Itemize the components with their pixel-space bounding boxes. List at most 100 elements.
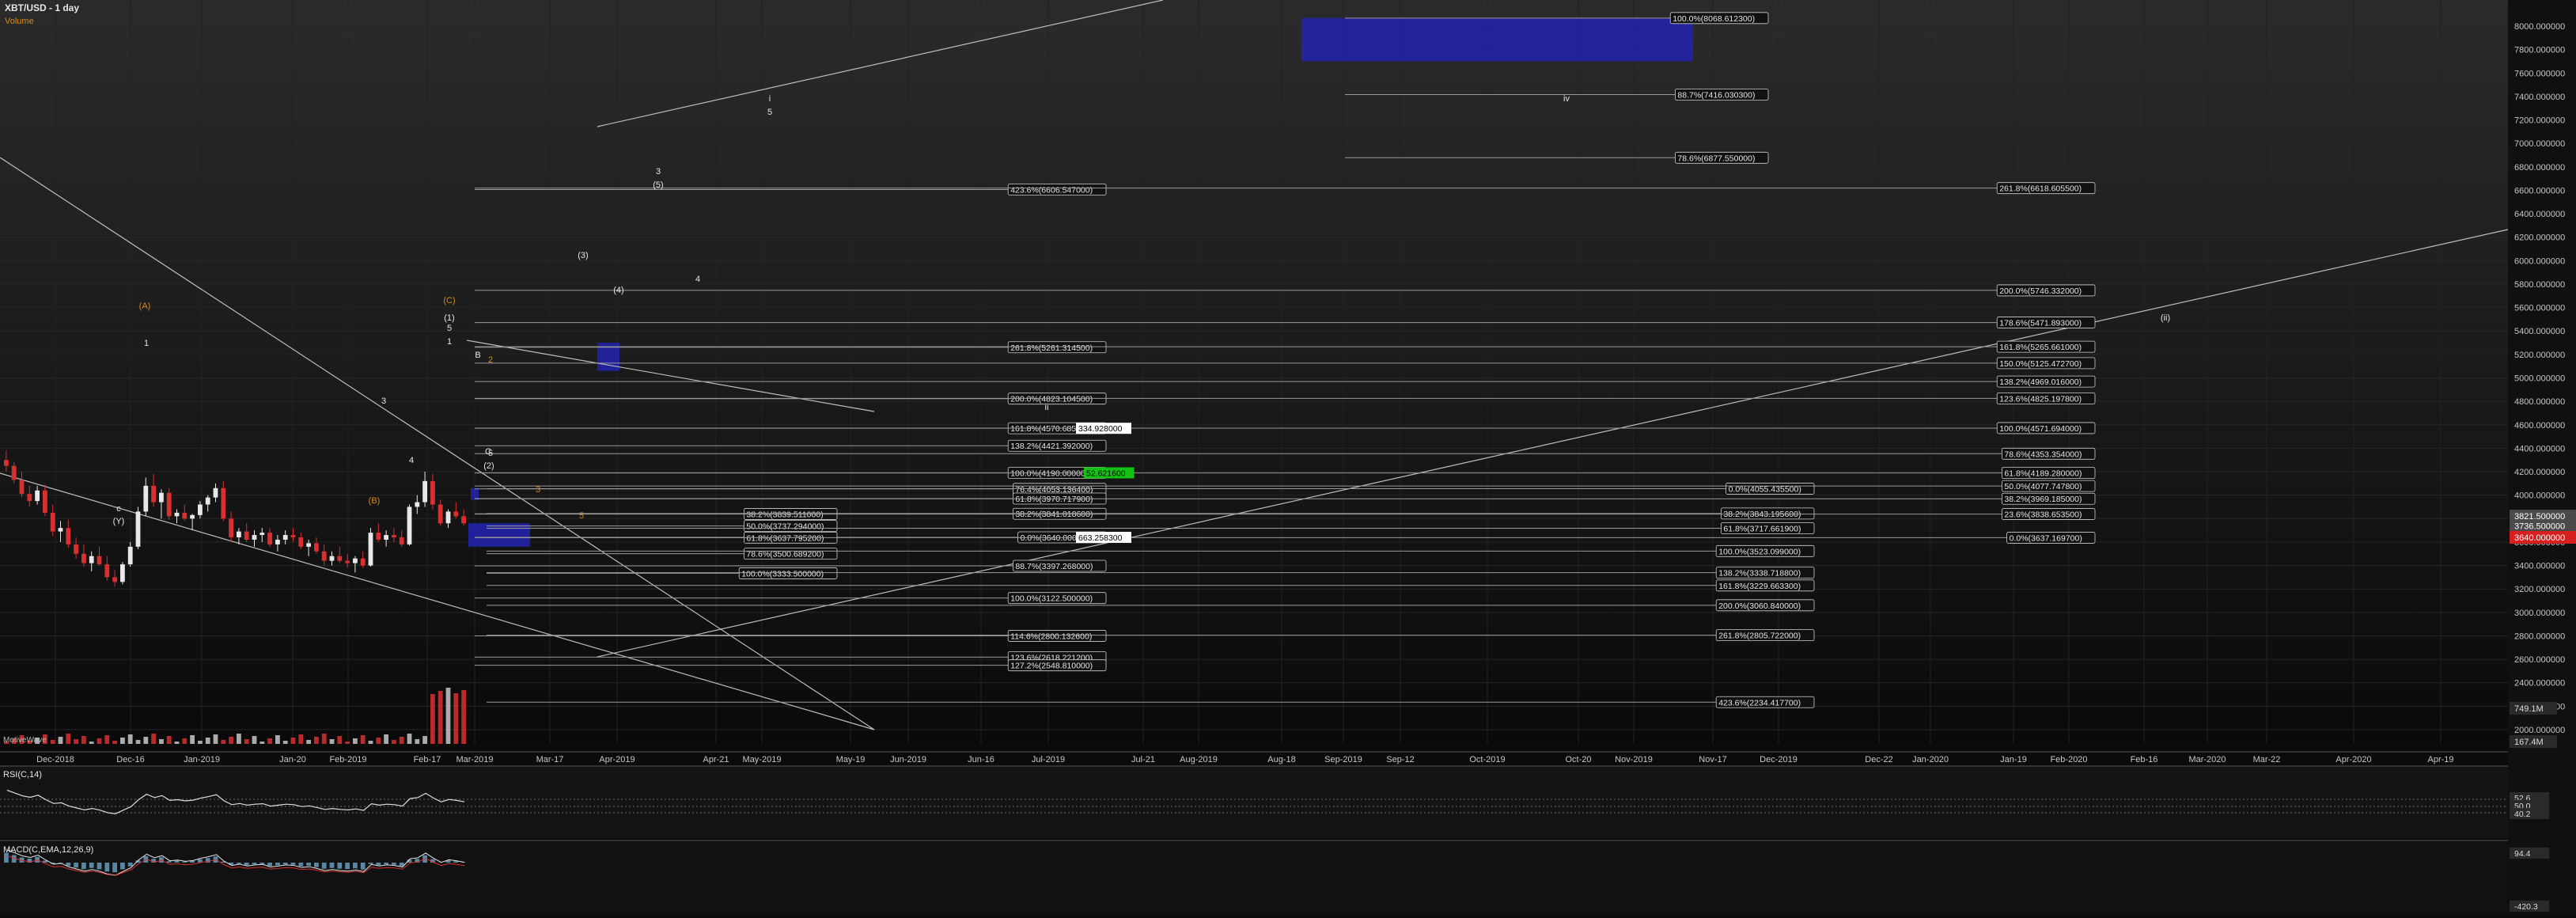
fib-far-label: 138.2%(4969.016000) — [1999, 377, 2082, 387]
fib-right-label: 200.0%(3060.840000) — [1718, 601, 1801, 611]
time-tick-label: Dec-22 — [1865, 755, 1892, 764]
volume-bar — [407, 734, 412, 744]
candle-body — [400, 537, 404, 544]
fib-far-label: 50.0%(4077.747800) — [2004, 482, 2082, 491]
candle-body — [206, 498, 210, 505]
fib-far-label: 178.6%(5471.893000) — [1999, 319, 2082, 328]
volume-bar — [81, 736, 86, 744]
fib-right-label: 261.8%(2805.722000) — [1718, 632, 1801, 641]
volume-bar — [259, 742, 264, 744]
fib-top-label: 78.6%(6877.550000) — [1677, 154, 1755, 163]
wave-label: (4) — [613, 286, 623, 295]
macd-histogram-bar — [291, 863, 296, 865]
volume-bar — [214, 734, 218, 744]
time-tick-label: Dec-16 — [116, 755, 144, 764]
fib-far-label: 0.0%(3637.169700) — [2010, 533, 2082, 543]
candle-body — [198, 505, 203, 515]
volume-bar — [182, 738, 187, 744]
time-tick-label: Oct-20 — [1565, 755, 1591, 764]
time-tick-label: Sep-12 — [1386, 755, 1414, 764]
volume-bar — [453, 693, 458, 744]
macd-badge-label: -420.3 — [2514, 902, 2538, 912]
macd-histogram-bar — [345, 863, 350, 869]
fib-far-label: 100.0%(4571.694000) — [1999, 424, 2082, 434]
rsi-label: RSI(C,14) — [3, 770, 42, 780]
volume-bar — [51, 740, 55, 744]
candle-body — [89, 556, 94, 563]
volume-bar — [112, 741, 117, 744]
fib-left-label: 261.8%(5261.314500) — [1010, 343, 1093, 353]
fib-mid-label: 61.8%(3637.795200) — [746, 533, 824, 543]
macd-histogram-bar — [4, 853, 9, 863]
price-tick-label: 4200.000000 — [2514, 468, 2565, 477]
macd-histogram-bar — [89, 863, 94, 868]
wave-label: 3 — [656, 167, 661, 176]
fib-right-label: 138.2%(3338.718800) — [1718, 569, 1801, 578]
candle-body — [27, 494, 32, 501]
macd-histogram-bar — [35, 857, 40, 863]
fib-far-label: 161.8%(5265.661000) — [1999, 343, 2082, 352]
macd-histogram-bar — [128, 863, 133, 867]
volume-bar — [190, 735, 195, 744]
candle-body — [337, 556, 342, 561]
volume-bar — [237, 734, 241, 744]
time-tick-label: Sep-2019 — [1324, 755, 1362, 764]
price-tick-label: 5800.000000 — [2514, 280, 2565, 290]
macd-histogram-bar — [244, 863, 249, 865]
candle-body — [322, 552, 327, 561]
price-tick-label: 6000.000000 — [2514, 256, 2565, 266]
candle-body — [298, 537, 303, 547]
fib-far-label: 61.8%(4189.280000) — [2004, 469, 2082, 479]
time-tick-label: Jan-2019 — [184, 755, 220, 764]
wave-label: 1 — [144, 339, 149, 348]
candle-body — [136, 511, 141, 546]
time-tick-label: Mar-2019 — [456, 755, 493, 764]
macd-histogram-bar — [167, 861, 172, 863]
price-panel — [0, 0, 2508, 744]
candle-body — [384, 535, 388, 540]
time-tick-label: Jun-16 — [968, 755, 994, 764]
fib-left-label: 88.7%(3397.268000) — [1015, 562, 1093, 571]
price-tick-label: 6800.000000 — [2514, 163, 2565, 173]
volume-badge-label: 749.1M — [2514, 704, 2544, 714]
volume-bar — [422, 736, 427, 744]
volume-bar — [252, 736, 257, 744]
fib-left-label: 127.2%(2548.810000) — [1010, 662, 1093, 671]
candle-body — [151, 486, 156, 503]
fib-right-label: 423.6%(2234.417700) — [1718, 698, 1801, 707]
candle-body — [291, 535, 296, 537]
volume-bar — [438, 691, 443, 744]
price-tick-label: 2000.000000 — [2514, 726, 2565, 735]
macd-histogram-bar — [74, 863, 78, 867]
volume-bar — [128, 734, 133, 744]
price-tick-label: 4400.000000 — [2514, 444, 2565, 453]
price-tick-label: 7200.000000 — [2514, 116, 2565, 126]
macd-histogram-bar — [384, 863, 388, 864]
fib-mid-label: 100.0%(3333.500000) — [741, 569, 824, 578]
volume-bar — [159, 739, 164, 744]
wave-label: (Y) — [113, 517, 125, 526]
demand-zone — [468, 523, 530, 547]
time-tick-label: Feb-2020 — [2050, 755, 2087, 764]
candle-body — [214, 488, 218, 498]
candle-body — [175, 513, 180, 516]
fib-left-label: 200.0%(4823.104500) — [1010, 395, 1093, 404]
wave-label: 5 — [579, 511, 584, 521]
wave-label: (2) — [483, 461, 494, 471]
rsi-panel: RSI(C,14)52.650.040.2 — [0, 766, 2549, 839]
volume-bar — [337, 736, 342, 744]
rsi-bg — [0, 766, 2508, 839]
time-tick-label: May-19 — [836, 755, 866, 764]
price-chart[interactable]: 423.6%(6606.547000)261.8%(5261.314500)20… — [0, 0, 2576, 914]
time-tick-label: Apr-2020 — [2335, 755, 2371, 764]
candle-body — [446, 511, 451, 523]
volume-bar — [400, 737, 404, 744]
tag-box-label: 334.928000 — [1078, 424, 1123, 434]
candle-body — [120, 564, 125, 582]
price-tick-label: 8000.000000 — [2514, 22, 2565, 32]
volume-bar — [361, 735, 366, 744]
volume-bar — [322, 734, 327, 744]
candle-body — [330, 556, 335, 561]
candle-body — [244, 532, 249, 540]
wave-label: iv — [1563, 94, 1570, 104]
